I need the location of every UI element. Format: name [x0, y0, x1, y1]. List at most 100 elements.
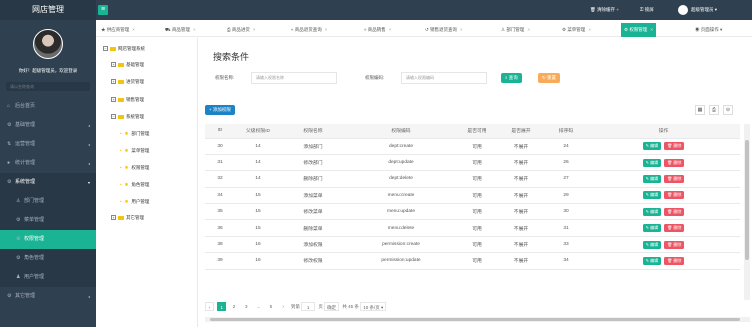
col-code[interactable]: 权限编码 — [345, 124, 457, 139]
table-row[interactable]: 32 14 删除部门 dept:delete 可用 不展开 27 ✎ 编辑 🗑 删除 — [205, 170, 740, 188]
prev-page-icon[interactable]: ‹ — [205, 302, 214, 312]
col-open[interactable]: 是否展开 — [497, 124, 545, 139]
close-icon[interactable]: × — [389, 27, 392, 32]
expand-icon[interactable]: + — [111, 79, 116, 85]
reset-button[interactable]: ↻ 重置 — [538, 73, 561, 83]
close-icon[interactable]: × — [193, 27, 196, 32]
edit-button[interactable]: ✎ 编辑 — [642, 142, 662, 151]
columns-icon[interactable]: ▦ — [695, 105, 705, 115]
table-row[interactable]: 31 14 修改部门 dept:update 可用 不展开 26 ✎ 编辑 🗑 删除 — [205, 154, 740, 172]
table-row[interactable]: 34 15 添加菜单 menu:create 可用 不展开 29 ✎ 编辑 🗑 删除 — [205, 187, 740, 205]
next-page-icon[interactable]: › — [279, 302, 288, 311]
goto-confirm-button[interactable]: 确定 — [324, 302, 340, 312]
permission-name-input[interactable]: 请输入权限名称 — [251, 72, 337, 84]
tree-node-menu[interactable]: • ✱ 菜单管理 — [120, 146, 149, 156]
tree-node-user[interactable]: • ✱ 用户管理 — [120, 197, 149, 207]
close-icon[interactable]: × — [460, 27, 463, 32]
tree-node-system[interactable]: − 系统管理 — [111, 112, 144, 122]
tab-permission[interactable]: ⚙ 权限管理 × — [621, 23, 656, 37]
tab-goods-return[interactable]: « 商品退货查询 × — [288, 23, 330, 37]
table-row[interactable]: 38 16 添加权限 permission:create 可用 不展开 33 ✎ 编辑 🗑 删除 — [205, 236, 740, 254]
per-page-select[interactable]: 10 条/页 ▾ — [360, 302, 387, 312]
search-button[interactable]: ⌕ 查询 — [501, 73, 522, 83]
vertical-scrollbar[interactable] — [744, 124, 750, 300]
tree-node-root[interactable]: − 网店管理系统 — [103, 44, 145, 54]
horizontal-scrollbar[interactable] — [205, 317, 750, 322]
sidebar-item-other[interactable]: ⚙ 其它管理 ◂ — [0, 287, 96, 306]
tree-node-purchase[interactable]: + 进货管理 — [111, 77, 144, 87]
tab-dept[interactable]: ♙ 部门管理 × — [498, 23, 533, 37]
page-ops-dropdown[interactable]: ◉ 页面操作 ▾ — [692, 23, 725, 37]
tab-goods-sales[interactable]: » 商品销售 × — [361, 23, 394, 37]
edit-button[interactable]: ✎ 编辑 — [642, 240, 662, 249]
col-order[interactable]: 排序码 — [545, 124, 587, 139]
tree-node-permission[interactable]: • ✱ 权限管理 — [120, 163, 149, 173]
edit-button[interactable]: ✎ 编辑 — [642, 224, 662, 233]
tree-node-basic[interactable]: + 基础管理 — [111, 60, 144, 70]
col-name[interactable]: 权限名称 — [281, 124, 345, 139]
sidebar-item-basic[interactable]: ⚙ 基础管理 ◂ — [0, 116, 96, 135]
collapse-icon[interactable]: − — [111, 114, 116, 120]
tab-goods-purchase[interactable]: ⎙ 商品进货 × — [224, 23, 259, 37]
close-icon[interactable]: × — [325, 27, 328, 32]
tab-sales-return[interactable]: ↺ 销售退货查询 × — [422, 23, 466, 37]
clear-cache-link[interactable]: 🗑 清除缓存 ● — [590, 0, 619, 20]
delete-button[interactable]: 🗑 删除 — [664, 191, 685, 200]
edit-button[interactable]: ✎ 编辑 — [642, 174, 662, 183]
expand-icon[interactable]: + — [111, 97, 116, 103]
close-icon[interactable]: × — [132, 27, 135, 32]
col-id[interactable]: ID — [205, 124, 235, 139]
tab-menu[interactable]: ⚙ 菜单管理 × — [559, 23, 594, 37]
print-icon[interactable]: ⎙ — [709, 105, 719, 115]
table-row[interactable]: 39 16 修改权限 permission:update 可用 不展开 34 ✎ 编辑 🗑 删除 — [205, 252, 740, 270]
menu-toggle-icon[interactable]: ≡ — [98, 5, 108, 15]
sidebar-item-ops[interactable]: ⇅ 运营管理 ◂ — [0, 135, 96, 154]
table-row[interactable]: 36 15 删除菜单 menu:delete 可用 不展开 31 ✎ 编辑 🗑 删除 — [205, 219, 740, 237]
expand-icon[interactable]: + — [111, 62, 116, 68]
permission-code-input[interactable]: 请输入权限编码 — [401, 72, 487, 84]
delete-button[interactable]: 🗑 删除 — [664, 158, 685, 167]
close-icon[interactable]: × — [527, 27, 530, 32]
collapse-icon[interactable]: − — [103, 46, 108, 52]
delete-button[interactable]: 🗑 删除 — [664, 256, 685, 265]
scroll-thumb[interactable] — [745, 140, 749, 260]
add-permission-button[interactable]: + 添加权限 — [205, 105, 235, 115]
close-icon[interactable]: × — [650, 27, 653, 32]
tree-node-dept[interactable]: • ✱ 部门管理 — [120, 129, 149, 139]
page-number-input[interactable]: 1 — [301, 302, 316, 312]
table-row[interactable]: 30 14 添加部门 dept:create 可用 不展开 24 ✎ 编辑 🗑 删除 — [205, 138, 740, 155]
delete-button[interactable]: 🗑 删除 — [664, 174, 685, 183]
delete-button[interactable]: 🗑 删除 — [664, 240, 685, 249]
sidebar-item-menu[interactable]: ⚙ 菜单管理 — [0, 211, 96, 230]
sidebar-item-user[interactable]: ♟ 用户管理 — [0, 268, 96, 287]
tree-node-sales[interactable]: + 销售管理 — [111, 95, 144, 105]
sidebar-item-stats[interactable]: ● 统计管理 ◂ — [0, 154, 96, 173]
sidebar-item-dept[interactable]: ♙ 部门管理 — [0, 192, 96, 211]
sidebar-item-permission[interactable]: ⚙ 权限管理 — [0, 230, 96, 249]
user-avatar[interactable] — [33, 29, 63, 59]
page-2[interactable]: 2 — [230, 302, 239, 311]
sidebar-item-home[interactable]: ⌂ 后台首页 — [0, 97, 96, 116]
edit-button[interactable]: ✎ 编辑 — [642, 207, 662, 216]
sidebar-item-system[interactable]: ⚙ 系统管理 ▾ — [0, 173, 96, 192]
sidebar-search-input[interactable]: 请以名称查询 — [6, 82, 90, 91]
tab-goods[interactable]: ⛟ 商品管理 × — [162, 23, 199, 37]
user-menu[interactable]: 超级管理员 ▾ — [678, 0, 717, 20]
sidebar-item-role[interactable]: ⚙ 角色管理 — [0, 249, 96, 268]
edit-button[interactable]: ✎ 编辑 — [642, 191, 662, 200]
expand-icon[interactable]: + — [111, 215, 116, 221]
page-1[interactable]: 1 — [217, 302, 227, 312]
page-3[interactable]: 3 — [242, 302, 251, 311]
col-available[interactable]: 是否可用 — [457, 124, 497, 139]
delete-button[interactable]: 🗑 删除 — [664, 142, 685, 151]
table-row[interactable]: 35 15 修改菜单 menu:update 可用 不展开 30 ✎ 编辑 🗑 删除 — [205, 203, 740, 221]
tab-supplier[interactable]: ★ 供应商管理 × — [98, 23, 138, 37]
close-icon[interactable]: × — [588, 27, 591, 32]
edit-button[interactable]: ✎ 编辑 — [642, 158, 662, 167]
tree-node-other[interactable]: + 其它管理 — [111, 213, 144, 223]
page-5[interactable]: 5 — [266, 302, 275, 311]
lock-screen-link[interactable]: ⚿ 锁屏 — [640, 0, 654, 20]
tree-node-role[interactable]: • ✱ 角色管理 — [120, 180, 149, 190]
scroll-thumb[interactable] — [210, 318, 740, 321]
export-icon[interactable]: ⊝ — [723, 105, 733, 115]
